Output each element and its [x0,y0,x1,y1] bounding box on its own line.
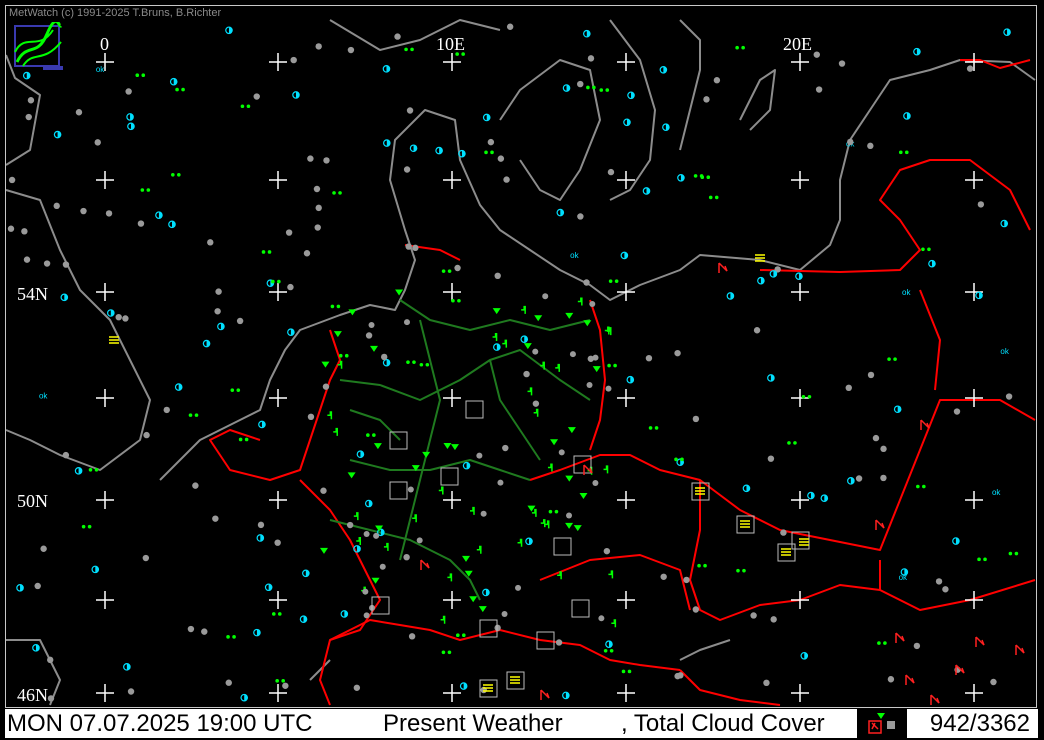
legend-symbols-icon [868,713,895,734]
legend-symbol-box [857,709,907,738]
copyright-text: MetWatch (c) 1991-2025 T.Bruns, B.Richte… [9,7,222,19]
metwatch-logo-icon [14,22,63,70]
lon-label-20e: 20E [783,34,812,54]
weather-map-window: okokokokokokokok MetWatch (c) 1991-2025 … [0,0,1044,740]
status-bar: MON 07.07.2025 19:00 UTC Present Weather… [5,709,1038,738]
status-product-secondary: , Total Cloud Cover [621,710,825,737]
status-datetime: MON 07.07.2025 19:00 UTC [7,710,313,737]
lat-label-50n: 50N [17,491,48,511]
status-product-name: Present Weather [383,710,563,737]
lon-label-0: 0 [100,34,109,54]
map-frame [5,5,1037,708]
station-count: 942/3362 [929,710,1030,737]
lon-label-10e: 10E [436,34,465,54]
lat-label-54n: 54N [17,284,48,304]
lat-label-46n: 46N [17,685,48,705]
